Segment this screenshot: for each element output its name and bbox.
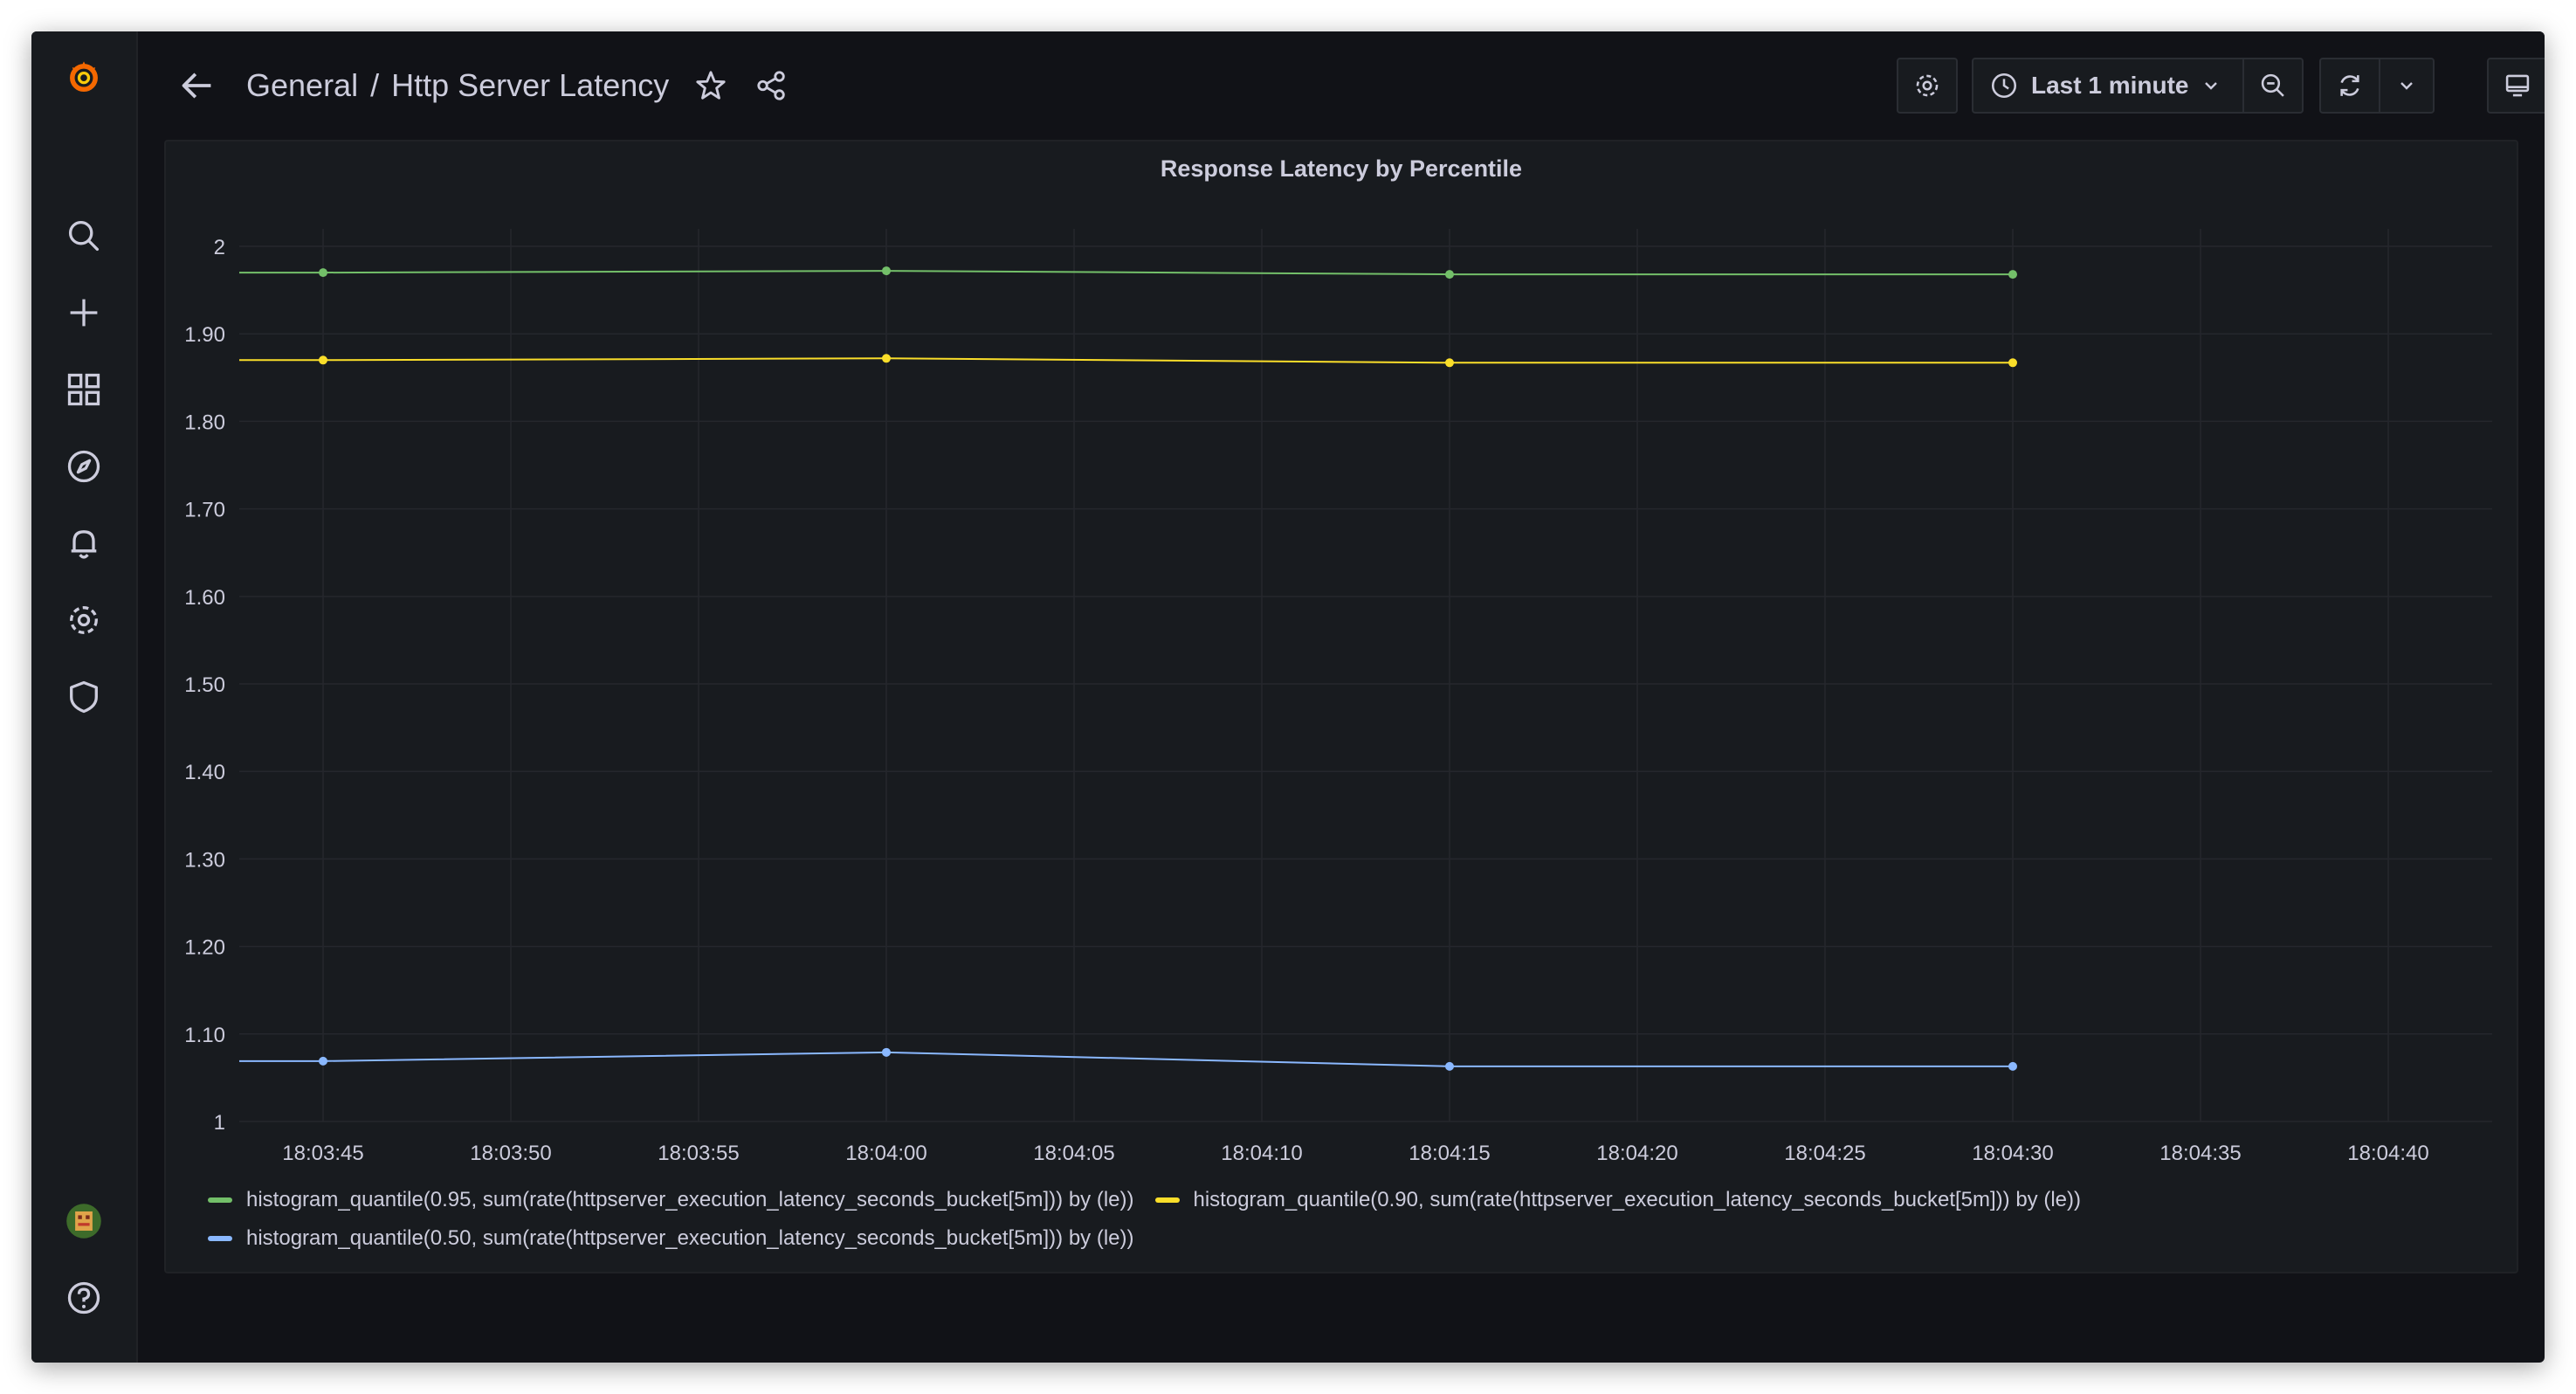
dashboard-title[interactable]: Http Server Latency	[391, 67, 669, 104]
sidebar	[31, 31, 138, 1363]
series-line	[239, 357, 2013, 364]
x-tick-label: 18:04:35	[2159, 1142, 2241, 1165]
grafana-window: General / Http Server Latency Last 1 min…	[31, 31, 2545, 1363]
y-tick-label: 1.60	[184, 586, 225, 610]
breadcrumb-folder[interactable]: General	[246, 67, 358, 104]
x-tick-label: 18:03:50	[470, 1142, 551, 1165]
breadcrumb: General / Http Server Latency	[246, 63, 791, 108]
legend-item[interactable]: histogram_quantile(0.90, sum(rate(httpse…	[1154, 1188, 2082, 1212]
x-tick-label: 18:04:20	[1596, 1142, 1677, 1165]
refresh-button[interactable]	[2319, 58, 2380, 114]
y-tick-label: 1.70	[184, 499, 225, 522]
configuration-gear-icon[interactable]	[58, 594, 110, 646]
zoom-out-button[interactable]	[2242, 58, 2304, 114]
data-point	[882, 1047, 891, 1057]
alerting-bell-icon[interactable]	[58, 517, 110, 569]
data-point	[1445, 1061, 1454, 1071]
tv-mode-button[interactable]	[2487, 58, 2545, 114]
search-icon[interactable]	[58, 210, 110, 262]
y-tick-label: 2	[214, 236, 225, 259]
legend-row: histogram_quantile(0.50, sum(rate(httpse…	[208, 1219, 2482, 1258]
legend-item[interactable]: histogram_quantile(0.50, sum(rate(httpse…	[208, 1226, 1134, 1251]
legend-row: histogram_quantile(0.95, sum(rate(httpse…	[208, 1181, 2482, 1219]
y-tick-label: 1.10	[184, 1024, 225, 1047]
legend-label: histogram_quantile(0.90, sum(rate(httpse…	[1193, 1188, 2082, 1211]
x-tick-label: 18:04:40	[2347, 1142, 2428, 1165]
help-icon[interactable]	[58, 1272, 110, 1324]
x-tick-label: 18:04:25	[1784, 1142, 1865, 1165]
time-range-label: Last 1 minute	[2031, 72, 2189, 99]
x-tick-label: 18:03:45	[282, 1142, 363, 1165]
x-tick-label: 18:03:55	[658, 1142, 739, 1165]
data-point	[319, 1056, 327, 1066]
grafana-logo-icon[interactable]	[58, 51, 110, 103]
series-line	[239, 1051, 2013, 1067]
breadcrumb-separator: /	[370, 67, 380, 103]
data-point	[882, 354, 891, 363]
graph-panel: Response Latency by Percentile 1 1.10 1.20…	[164, 140, 2518, 1273]
legend-swatch	[208, 1197, 232, 1203]
y-tick-label: 1.90	[184, 323, 225, 347]
data-point	[1445, 358, 1454, 368]
chart-legend: histogram_quantile(0.95, sum(rate(httpse…	[208, 1181, 2482, 1258]
zoom-out-icon	[2261, 73, 2284, 97]
legend-item[interactable]: histogram_quantile(0.95, sum(rate(httpse…	[208, 1188, 1134, 1212]
latency-chart[interactable]: 1 1.10 1.20 1.30 1.40 1.50 1.60 1.70 1.80 1.90 2 18…	[166, 141, 2517, 1172]
series-line	[239, 270, 2013, 276]
back-button[interactable]	[173, 61, 222, 110]
x-tick-label: 18:04:15	[1409, 1142, 1490, 1165]
legend-label: histogram_quantile(0.50, sum(rate(httpse…	[246, 1226, 1134, 1250]
y-tick-label: 1.20	[184, 936, 225, 960]
data-point	[319, 268, 327, 278]
y-tick-label: 1.30	[184, 848, 225, 872]
data-point	[2008, 358, 2017, 368]
data-point	[882, 266, 891, 276]
chevron-down-icon	[2400, 82, 2413, 90]
data-point	[1445, 270, 1454, 279]
plus-icon[interactable]	[58, 286, 110, 339]
y-tick-label: 1.50	[184, 673, 225, 697]
star-icon[interactable]	[692, 66, 730, 105]
refresh-icon	[2340, 75, 2359, 96]
shield-icon[interactable]	[58, 671, 110, 723]
explore-compass-icon[interactable]	[58, 440, 110, 493]
data-point	[319, 355, 327, 365]
legend-label: histogram_quantile(0.95, sum(rate(httpse…	[246, 1188, 1134, 1211]
arrow-left-icon	[182, 72, 211, 99]
share-icon[interactable]	[753, 66, 791, 105]
clock-icon	[1991, 72, 2017, 99]
y-tick-label: 1.80	[184, 411, 225, 434]
legend-swatch	[208, 1236, 232, 1241]
dashboard-navbar: General / Http Server Latency Last 1 min…	[138, 31, 2545, 140]
chevron-down-icon	[2205, 82, 2218, 90]
x-tick-label: 18:04:30	[1972, 1142, 2053, 1165]
x-tick-label: 18:04:05	[1033, 1142, 1114, 1165]
dashboard-settings-button[interactable]	[1897, 58, 1958, 114]
y-tick-label: 1.40	[184, 761, 225, 784]
data-point	[2008, 270, 2017, 279]
avatar[interactable]	[58, 1195, 110, 1247]
time-range-picker[interactable]: Last 1 minute	[1972, 58, 2244, 114]
y-tick-label: 1	[214, 1111, 225, 1135]
x-tick-label: 18:04:10	[1221, 1142, 1302, 1165]
dashboards-icon[interactable]	[58, 363, 110, 416]
monitor-icon	[2505, 74, 2530, 97]
legend-swatch	[1154, 1197, 1180, 1203]
gear-icon	[1916, 74, 1939, 97]
refresh-interval-dropdown[interactable]	[2379, 58, 2435, 114]
x-tick-label: 18:04:00	[845, 1142, 926, 1165]
data-point	[2008, 1061, 2017, 1071]
